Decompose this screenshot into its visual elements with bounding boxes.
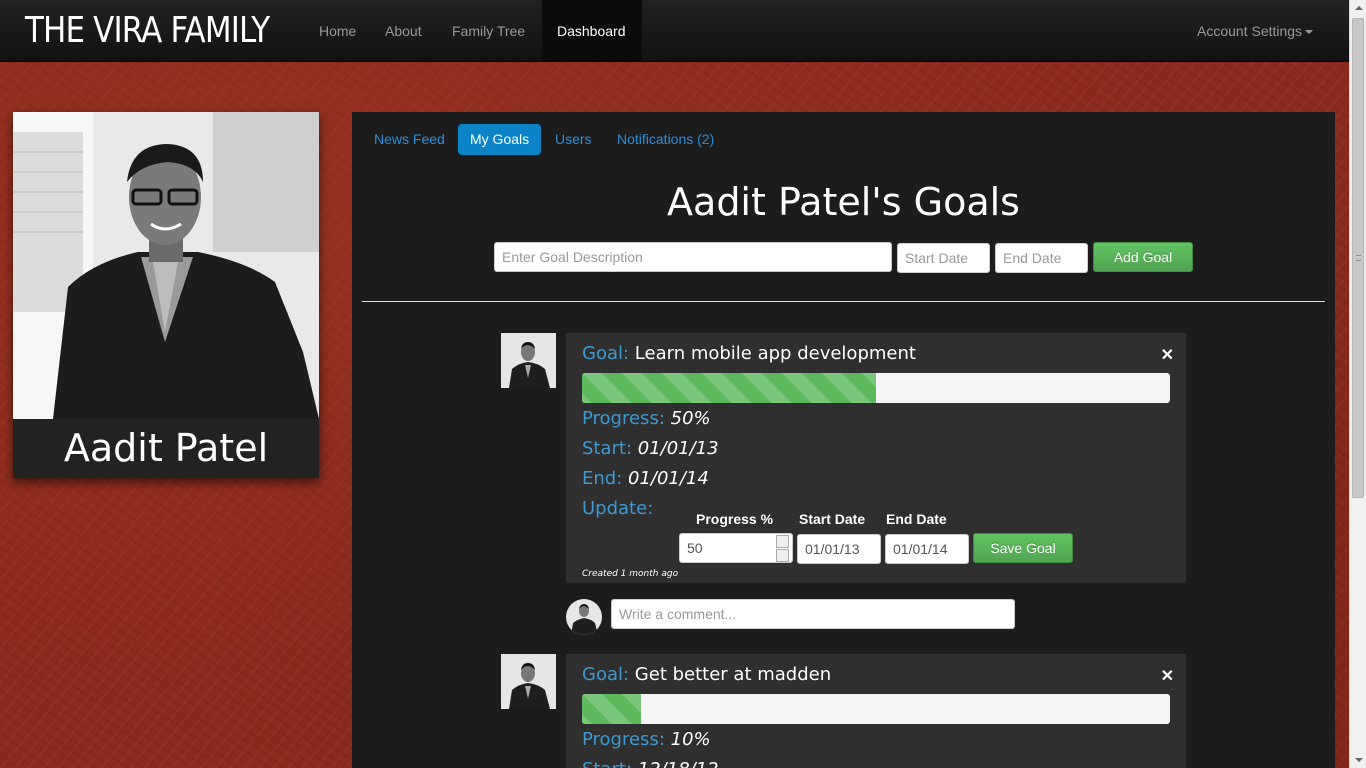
start-value: 01/01/13 bbox=[637, 438, 719, 459]
profile-card: Aadit Patel bbox=[13, 112, 319, 478]
goal-label: Goal: bbox=[582, 664, 630, 685]
goal-title-text: Learn mobile app development bbox=[634, 343, 916, 364]
update-label: Update: bbox=[582, 498, 654, 519]
goal-label: Goal: bbox=[582, 343, 630, 364]
update-progress-header: Progress % bbox=[696, 511, 774, 527]
goal-start-date-input[interactable] bbox=[897, 243, 990, 273]
goal-card: ✕ Goal: Learn mobile app development Pro… bbox=[566, 333, 1186, 583]
tab-my-goals[interactable]: My Goals bbox=[458, 124, 542, 155]
page-scrollbar[interactable] bbox=[1349, 0, 1366, 768]
tab-users[interactable]: Users bbox=[543, 124, 604, 155]
save-goal-button[interactable]: Save Goal bbox=[973, 533, 1073, 563]
caret-down-icon bbox=[1305, 30, 1314, 35]
update-end-date-input[interactable] bbox=[885, 534, 969, 564]
navbar: THE VIRA FAMILY Home About Family Tree D… bbox=[0, 0, 1349, 62]
goal-title: Goal: Get better at madden bbox=[582, 664, 831, 685]
nav-dashboard[interactable]: Dashboard bbox=[542, 0, 642, 61]
progress-bar bbox=[582, 694, 1170, 724]
start-value: 12/18/12 bbox=[638, 759, 719, 768]
goal-start: Start: 12/18/12 bbox=[582, 759, 719, 768]
account-settings-menu[interactable]: Account Settings bbox=[1182, 0, 1314, 61]
nav-family-tree[interactable]: Family Tree bbox=[437, 0, 540, 61]
goal-progress: Progress: 50% bbox=[582, 408, 711, 429]
goal-author-avatar bbox=[501, 654, 556, 709]
goal-author-avatar bbox=[501, 333, 556, 388]
brand-logo[interactable]: THE VIRA FAMILY bbox=[25, 10, 270, 51]
goal-end-date-input[interactable] bbox=[995, 243, 1088, 273]
end-label: End: bbox=[582, 468, 623, 489]
commenter-avatar bbox=[566, 599, 602, 635]
goal-card: ✕ Goal: Get better at madden Progress: 1… bbox=[566, 654, 1186, 768]
stepper-down-icon[interactable] bbox=[776, 549, 789, 562]
scroll-down-arrow-icon[interactable] bbox=[1350, 751, 1366, 768]
nav-home[interactable]: Home bbox=[304, 0, 371, 61]
update-start-date-input[interactable] bbox=[797, 534, 881, 564]
goal-end: End: 01/01/14 bbox=[582, 468, 709, 489]
comment-input[interactable] bbox=[611, 599, 1015, 629]
close-icon[interactable]: ✕ bbox=[1161, 666, 1174, 686]
start-label: Start: bbox=[582, 438, 633, 459]
progress-label: Progress: bbox=[582, 408, 665, 429]
nav-about[interactable]: About bbox=[370, 0, 437, 61]
progress-value: 50% bbox=[670, 408, 711, 429]
goal-title-text: Get better at madden bbox=[634, 664, 832, 685]
scroll-up-arrow-icon[interactable] bbox=[1350, 0, 1366, 17]
goal-description-input[interactable] bbox=[494, 242, 892, 272]
start-label: Start: bbox=[582, 759, 632, 768]
update-end-header: End Date bbox=[886, 511, 947, 527]
goal-progress: Progress: 10% bbox=[582, 729, 711, 750]
stepper-up-icon[interactable] bbox=[776, 535, 789, 548]
profile-photo bbox=[13, 112, 319, 419]
tab-notifications[interactable]: Notifications (2) bbox=[605, 124, 726, 155]
tab-news-feed[interactable]: News Feed bbox=[362, 124, 457, 155]
progress-bar-fill bbox=[582, 694, 641, 724]
progress-bar bbox=[582, 373, 1170, 403]
profile-name: Aadit Patel bbox=[63, 426, 269, 470]
scroll-thumb[interactable] bbox=[1352, 18, 1364, 498]
end-value: 01/01/14 bbox=[628, 468, 709, 489]
add-goal-button[interactable]: Add Goal bbox=[1093, 242, 1193, 272]
divider bbox=[362, 301, 1325, 302]
update-start-header: Start Date bbox=[799, 511, 866, 527]
progress-bar-fill bbox=[582, 373, 876, 403]
page-title: Aadit Patel's Goals bbox=[667, 180, 1020, 224]
progress-value: 10% bbox=[670, 729, 711, 750]
close-icon[interactable]: ✕ bbox=[1161, 345, 1174, 365]
progress-stepper[interactable] bbox=[776, 535, 789, 562]
dashboard-panel: News Feed My Goals Users Notifications (… bbox=[352, 112, 1335, 768]
account-settings-label: Account Settings bbox=[1197, 23, 1303, 39]
goal-title: Goal: Learn mobile app development bbox=[582, 343, 916, 364]
goal-start: Start: 01/01/13 bbox=[582, 438, 719, 459]
created-timestamp: Created 1 month ago bbox=[582, 569, 679, 579]
scroll-grip-icon bbox=[1356, 255, 1361, 261]
progress-label: Progress: bbox=[582, 729, 665, 750]
